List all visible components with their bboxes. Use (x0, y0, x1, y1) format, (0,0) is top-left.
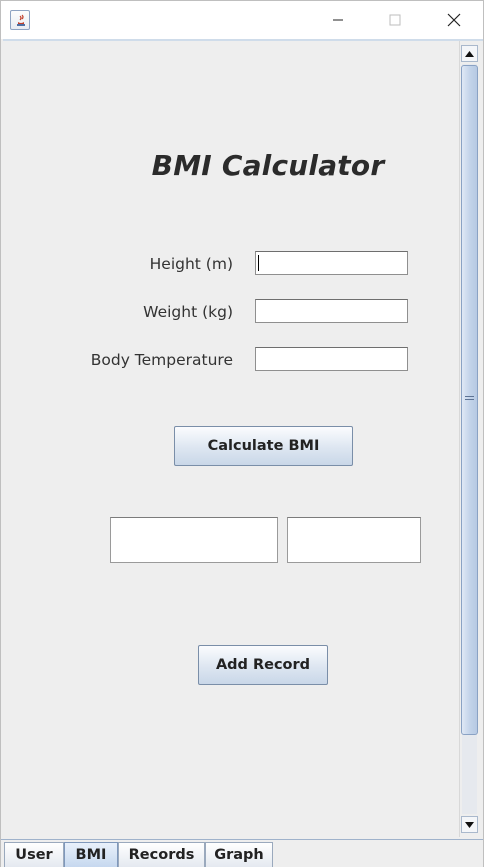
title-bar[interactable] (1, 1, 483, 39)
height-label: Height (m) (149, 255, 233, 273)
minimize-icon[interactable] (309, 1, 366, 39)
tab-graph[interactable]: Graph (205, 842, 273, 867)
height-input[interactable] (255, 251, 408, 275)
scroll-thumb[interactable] (461, 65, 478, 735)
status-result-field[interactable] (287, 517, 421, 563)
tab-bar: User BMI Records Graph (1, 839, 483, 867)
calculate-bmi-button[interactable]: Calculate BMI (174, 426, 353, 466)
vertical-scrollbar[interactable] (459, 41, 479, 837)
scroll-up-icon[interactable] (461, 45, 478, 62)
grip-icon (465, 396, 474, 403)
tab-records[interactable]: Records (118, 842, 205, 867)
app-window: BMI Calculator Height (m) Weight (kg) Bo… (0, 0, 484, 867)
java-icon (10, 10, 30, 30)
bmi-panel: BMI Calculator Height (m) Weight (kg) Bo… (3, 39, 483, 839)
temperature-label: Body Temperature (90, 351, 233, 369)
page-title: BMI Calculator (151, 149, 385, 182)
maximize-icon[interactable] (366, 1, 423, 39)
scroll-down-icon[interactable] (461, 816, 478, 833)
close-icon[interactable] (425, 1, 482, 39)
bmi-result-field[interactable] (110, 517, 278, 563)
tab-bmi[interactable]: BMI (64, 842, 118, 867)
weight-label: Weight (kg) (143, 303, 233, 321)
tab-user[interactable]: User (4, 842, 64, 867)
temperature-input[interactable] (255, 347, 408, 371)
add-record-button[interactable]: Add Record (198, 645, 328, 685)
weight-input[interactable] (255, 299, 408, 323)
